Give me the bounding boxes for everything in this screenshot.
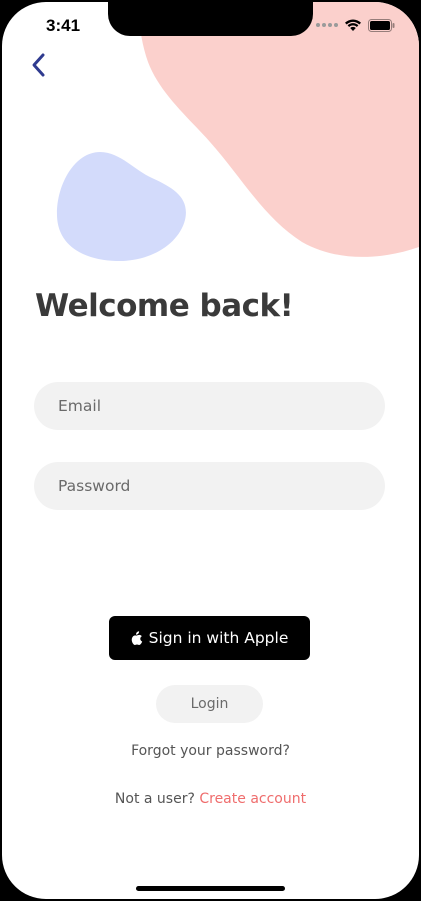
device-notch	[108, 2, 313, 36]
status-time: 3:41	[46, 16, 81, 35]
status-icons	[316, 18, 395, 32]
password-field[interactable]	[34, 462, 385, 510]
email-field[interactable]	[34, 382, 385, 430]
login-button[interactable]: Login	[156, 685, 263, 723]
battery-icon	[368, 18, 395, 32]
back-chevron-icon[interactable]	[28, 52, 52, 78]
signup-row: Not a user? Create account	[2, 791, 419, 807]
not-a-user-text: Not a user?	[114, 791, 195, 807]
page-title: Welcome back!	[35, 288, 294, 324]
create-account-link[interactable]: Create account	[199, 791, 306, 807]
apple-logo-icon	[131, 631, 142, 645]
wifi-icon	[345, 19, 361, 31]
blue-decorative-blob	[56, 152, 186, 262]
phone-screen: 3:41 Welcome back! Sign in with Apple Lo…	[2, 2, 419, 899]
cellular-signal-icon	[316, 23, 338, 27]
apple-button-label: Sign in with Apple	[148, 629, 289, 647]
forgot-password-link[interactable]: Forgot your password?	[2, 743, 419, 759]
sign-in-with-apple-button[interactable]: Sign in with Apple	[109, 616, 310, 660]
home-indicator[interactable]	[136, 886, 285, 891]
